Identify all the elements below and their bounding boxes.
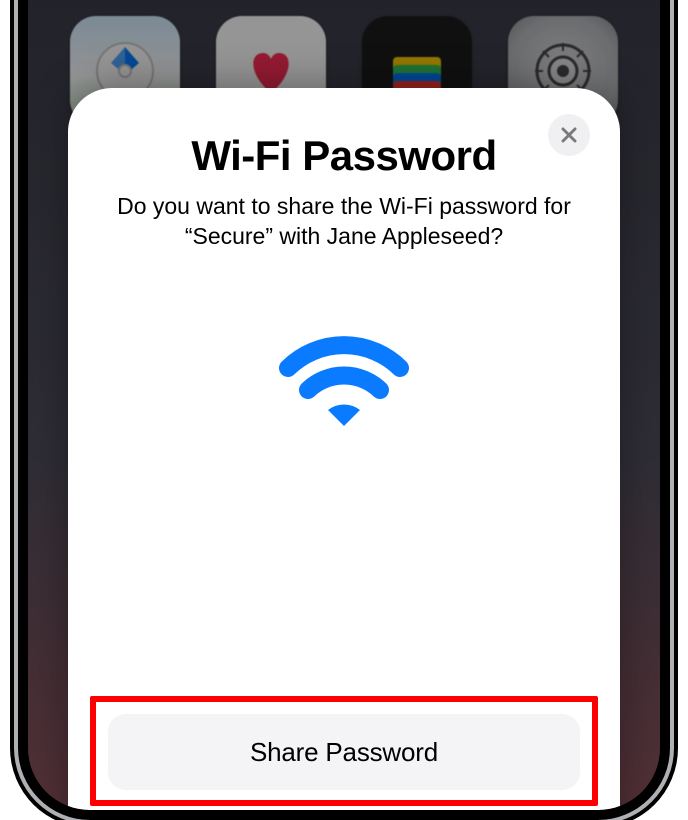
phone-screen: Maps Health	[28, 0, 660, 810]
close-button[interactable]	[548, 114, 590, 156]
share-password-button[interactable]: Share Password	[108, 714, 580, 790]
wifi-icon	[112, 324, 576, 434]
sheet-title: Wi-Fi Password	[112, 132, 576, 180]
close-icon	[560, 126, 578, 144]
phone-bezel: Maps Health	[18, 0, 670, 820]
wifi-share-sheet: Wi-Fi Password Do you want to share the …	[68, 88, 620, 810]
sheet-message: Do you want to share the Wi-Fi password …	[112, 192, 576, 252]
